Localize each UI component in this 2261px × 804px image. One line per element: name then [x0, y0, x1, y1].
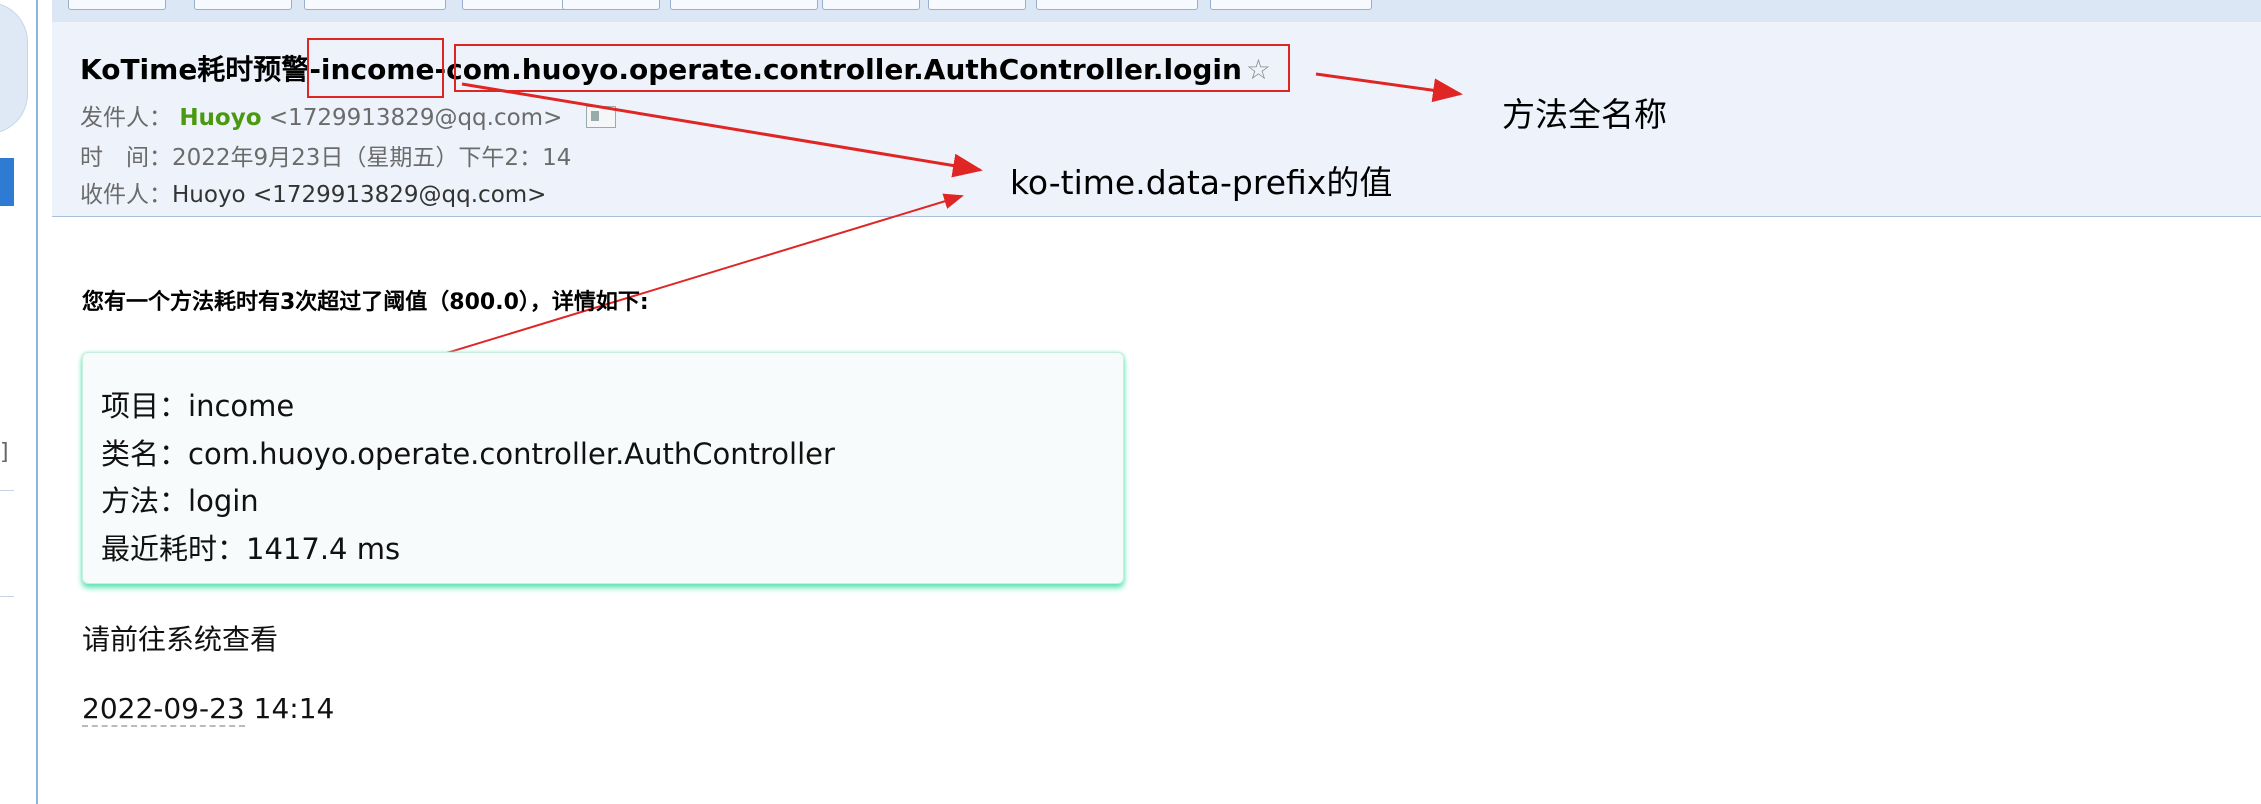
detail-label: 类名： — [101, 437, 189, 471]
detail-box: 项目：income 类名：com.huoyo.operate.controlle… — [82, 352, 1124, 584]
detail-class: 类名：com.huoyo.operate.controller.AuthCont… — [101, 431, 835, 473]
arrow-subject-project — [461, 82, 983, 178]
detail-value: com.huoyo.operate.controller.AuthControl… — [188, 437, 835, 471]
go-check-text: 请前往系统查看 — [82, 623, 279, 656]
annotation-method-full-name: 方法全名称 — [1502, 95, 1667, 134]
detail-value: login — [188, 484, 259, 518]
arrow-method — [1315, 72, 1463, 103]
detail-value: income — [188, 389, 295, 423]
sent-date[interactable]: 2022-09-23 — [82, 692, 245, 727]
annotation-data-prefix: ko-time.data-prefix的值 — [1010, 163, 1393, 202]
intro-text: 您有一个方法耗时有3次超过了阈值（800.0），详情如下: — [82, 290, 649, 315]
detail-latest-time: 最近耗时：1417.4 ms — [101, 526, 400, 568]
detail-value: 1417.4 ms — [246, 532, 401, 566]
sent-datetime: 2022-09-23 14:14 — [82, 692, 335, 727]
detail-label: 项目： — [101, 389, 189, 423]
detail-label: 最近耗时： — [101, 532, 247, 566]
detail-project: 项目：income — [101, 383, 294, 425]
sent-time: 14:14 — [244, 692, 335, 725]
detail-label: 方法： — [101, 484, 189, 518]
detail-method: 方法：login — [101, 478, 259, 520]
